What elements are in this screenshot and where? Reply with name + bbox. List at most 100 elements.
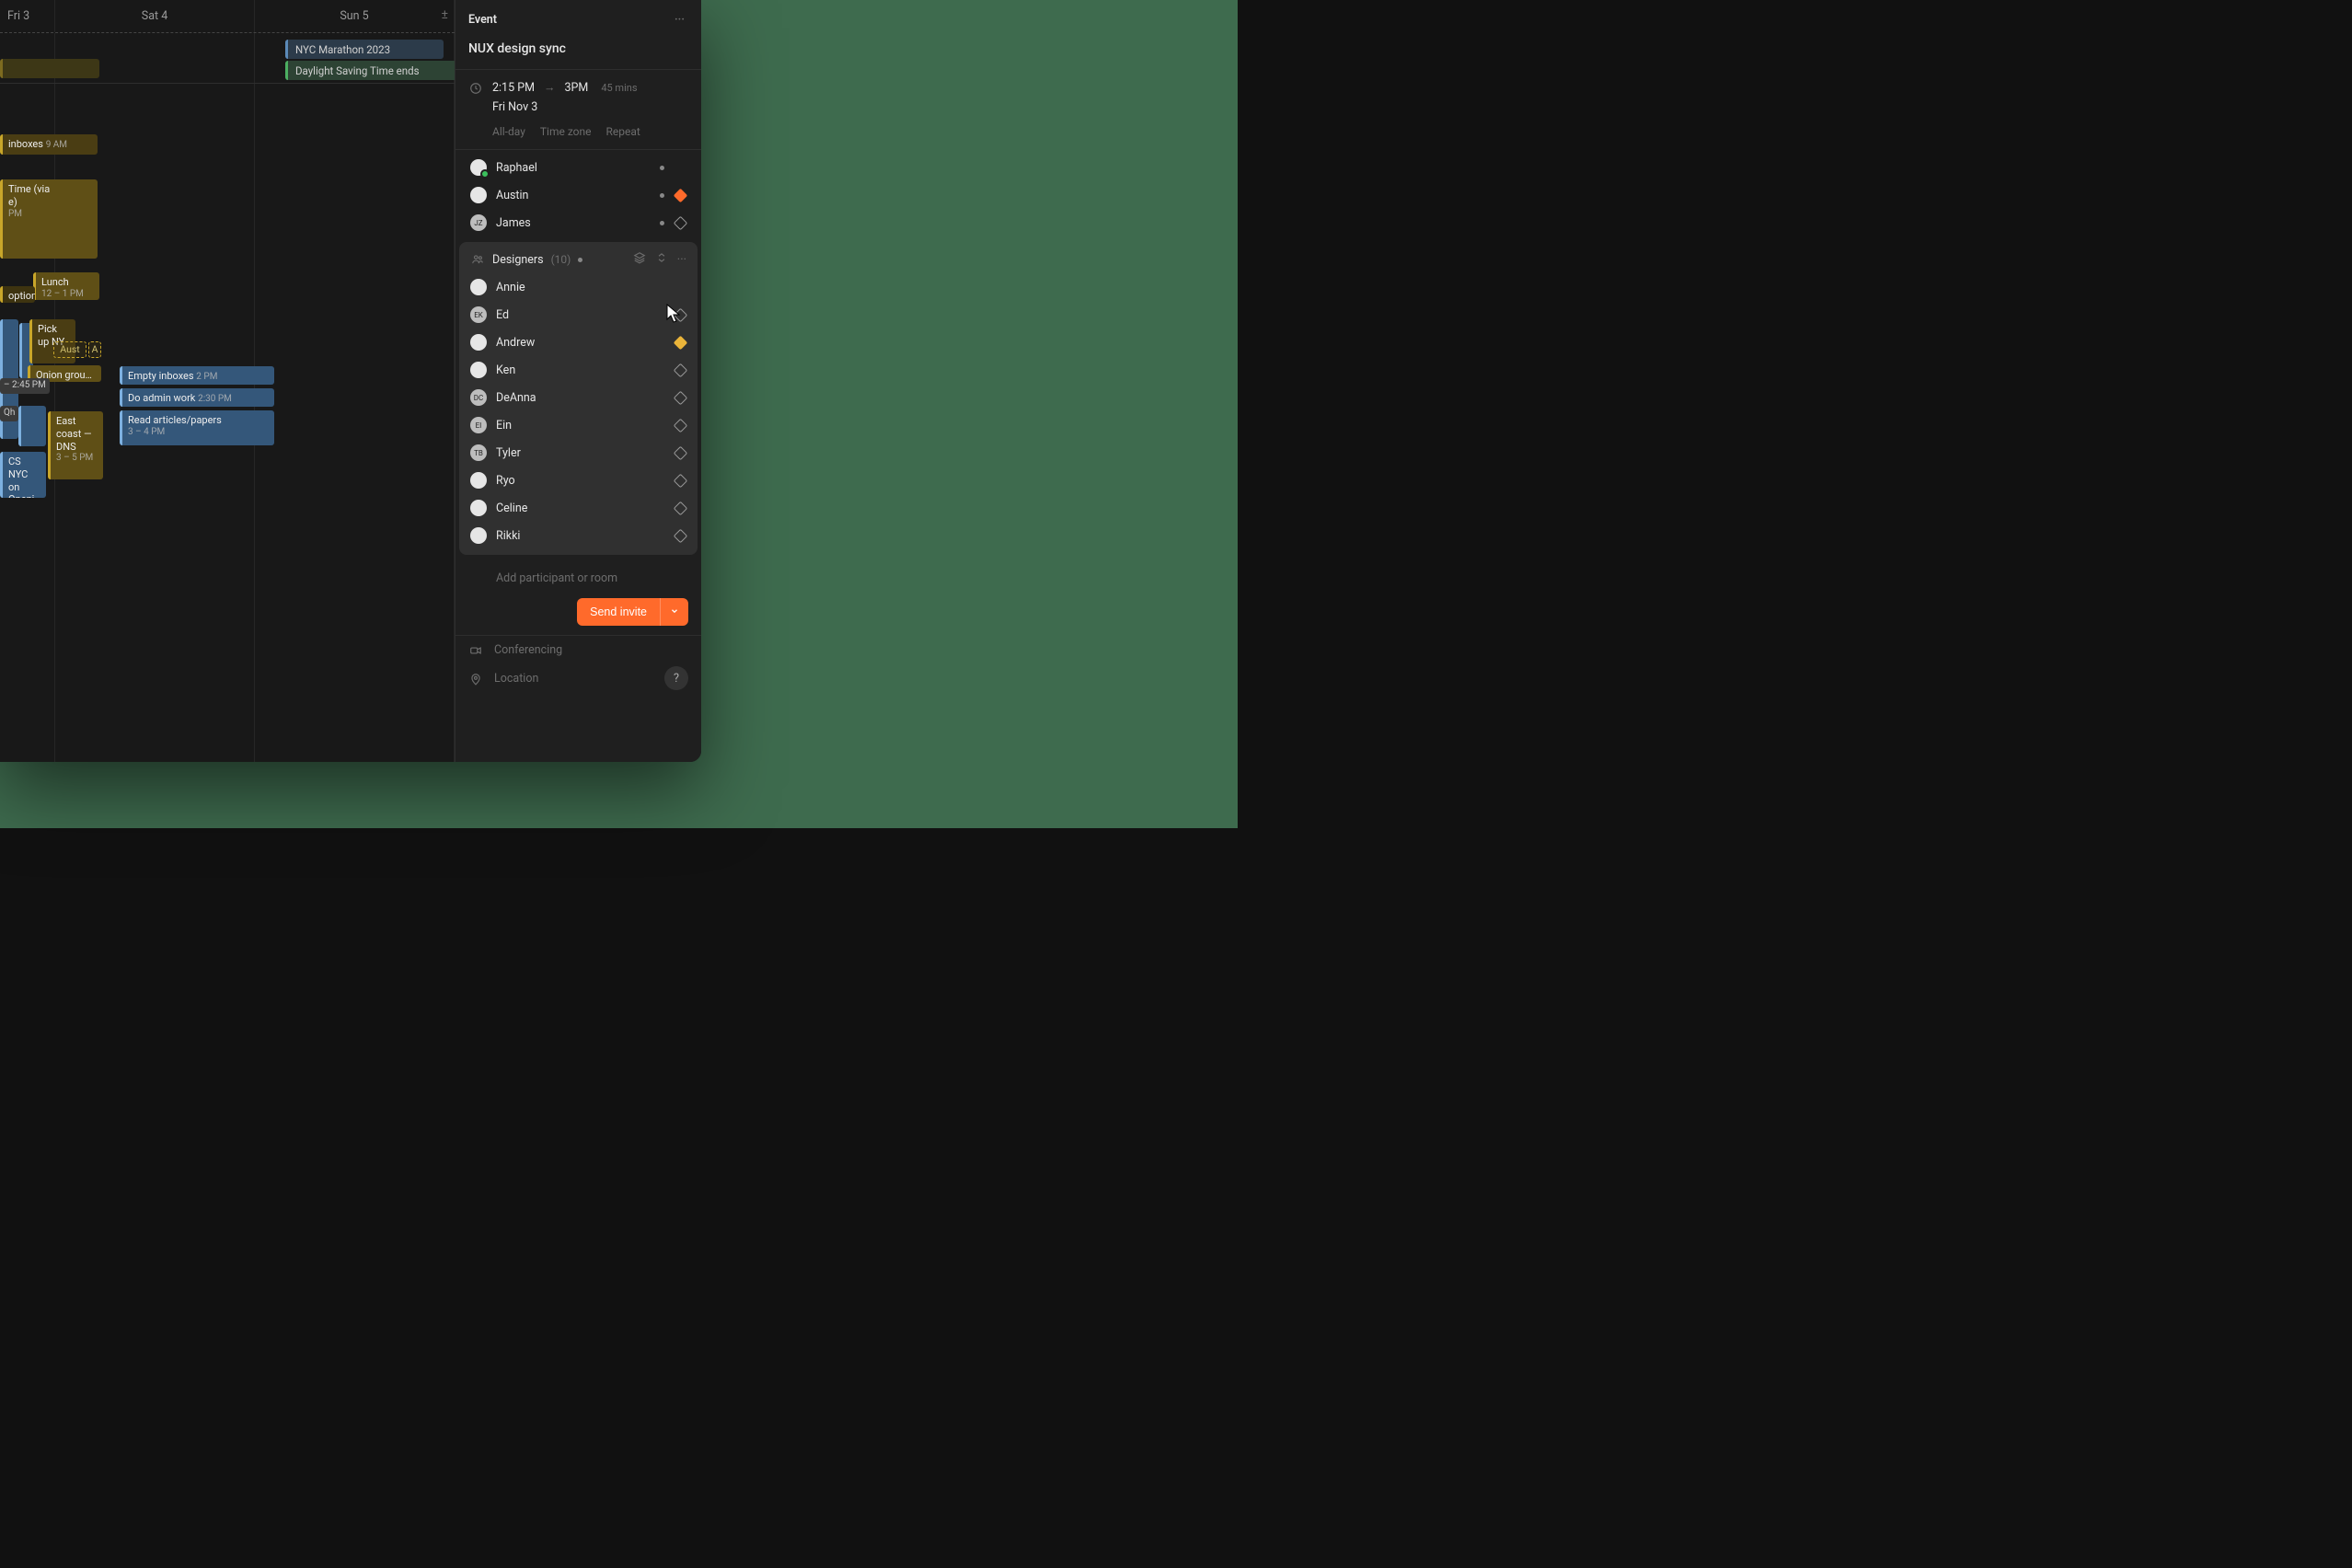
event-inbox-fri[interactable]: inboxes 9 AM [0,134,98,155]
avatar [470,527,487,544]
participant-name: Ed [496,308,664,322]
more-icon[interactable]: ··· [677,253,686,267]
plus-minus-icon[interactable]: ± [442,7,449,22]
day-head-sun[interactable]: Sun 5 ± [255,0,455,32]
event-title: option . [8,290,35,303]
add-participant-input[interactable]: Add participant or room [455,562,701,589]
conferencing-row[interactable]: Conferencing [455,636,701,664]
event-title: Do admin work [128,392,195,404]
event-dashed-aust[interactable]: Aust [53,341,86,358]
location-icon [468,673,483,686]
participant-row[interactable]: Raphael [465,154,692,181]
participant-name: Annie [496,281,664,294]
participant-row[interactable]: DC DeAnna [465,384,692,411]
avatar [470,334,487,351]
event-label: A [92,343,98,355]
event-read[interactable]: Read articles/papers 3 – 4 PM [120,410,274,445]
day-label: Sat 4 [142,9,167,23]
avatar: EK [470,306,487,323]
event-time-via[interactable]: Time (via e) PM [0,179,98,259]
location-label: Location [494,672,538,686]
participant-name: Tyler [496,446,664,460]
event-time: 3 – 5 PM [56,453,98,465]
participant-name: Ken [496,363,664,377]
video-icon [468,644,483,657]
allday-event-dst[interactable]: Daylight Saving Time ends [285,61,455,80]
participant-row[interactable]: EK Ed [465,301,692,329]
status-dot [660,193,664,198]
day-label: Fri 3 [7,9,29,23]
day-head-sat[interactable]: Sat 4 [55,0,255,32]
event-label: Qh [4,408,15,418]
participant-name: James [496,216,652,230]
participant-name: Andrew [496,336,664,350]
send-invite-button[interactable]: Send invite [577,598,688,626]
event-lunch[interactable]: Lunch 12 – 1 PM [33,272,99,300]
event-title: Lunch [41,276,94,289]
participant-row[interactable]: Austin [465,181,692,209]
avatar [470,279,487,295]
event-tiny-qh[interactable]: Qh [0,406,18,421]
status-dot [660,166,664,170]
event-title: inboxes [8,138,43,150]
avatar: JZ [470,214,487,231]
repeat-button[interactable]: Repeat [606,125,640,138]
participant-row[interactable]: Celine [465,494,692,522]
event-tcs[interactable]: CS NYC on Openi ony [0,452,46,498]
avatar: DC [470,389,487,406]
event-time: PM [8,209,92,221]
participant-row[interactable]: Rikki [465,522,692,549]
participant-name: Ein [496,419,664,432]
participant-group: Designers (10) ··· Annie EK Ed [459,242,698,555]
more-icon[interactable]: ··· [671,9,688,30]
event-dashed-a[interactable]: A [88,341,101,358]
app-window: Fri 3 Sat 4 Sun 5 ± NYC Marathon 2023 Da… [0,0,701,762]
event-empty-inboxes[interactable]: Empty inboxes 2 PM [120,366,274,385]
event-time: 9 AM [46,140,67,150]
participant-row[interactable]: Ken [465,356,692,384]
group-name[interactable]: Designers [492,253,544,267]
event-panel: Event ··· NUX design sync 2:15 PM → 3PM … [455,0,701,762]
event-tiny-time[interactable]: – 2:45 PM [0,378,50,394]
layers-icon[interactable] [633,251,646,268]
time-row[interactable]: 2:15 PM → 3PM 45 mins [455,70,701,98]
avatar [470,187,487,203]
time-start[interactable]: 2:15 PM [492,81,535,95]
status-dot [578,258,582,262]
event-title: Daylight Saving Time ends [295,64,420,77]
collapse-icon[interactable] [655,251,668,268]
status-dot [660,221,664,225]
event-title: NYC Marathon 2023 [295,43,390,56]
help-button[interactable]: ? [664,666,688,690]
event-title: Time (via [8,183,92,196]
day-head-fri[interactable]: Fri 3 [0,0,55,32]
event-time: 2:30 PM [198,394,232,404]
event-date[interactable]: Fri Nov 3 [455,98,701,118]
calendar-pane: Fri 3 Sat 4 Sun 5 ± NYC Marathon 2023 Da… [0,0,455,762]
participant-row[interactable]: EI Ein [465,411,692,439]
participant-row[interactable]: TB Tyler [465,439,692,467]
event-east[interactable]: East coast — DNS 3 – 5 PM [48,411,103,479]
allday-event-nyc[interactable]: NYC Marathon 2023 [285,40,444,59]
calendar-grid[interactable]: inboxes 9 AM Time (via e) PM Lunch 12 – … [0,84,455,762]
conferencing-label: Conferencing [494,643,562,657]
event-label: – 2:45 PM [4,380,46,390]
event-time: 2 PM [196,372,217,382]
event-vertical-bar-3[interactable] [18,406,46,446]
participant-row[interactable]: JZ James [465,209,692,236]
calendar-header: Fri 3 Sat 4 Sun 5 ± [0,0,455,33]
event-admin[interactable]: Do admin work 2:30 PM [120,388,274,407]
send-invite-dropdown[interactable] [660,598,688,626]
day-label: Sun 5 [340,9,368,23]
time-end[interactable]: 3PM [565,81,589,95]
event-name-input[interactable]: NUX design sync [455,36,701,69]
participant-row[interactable]: Annie [465,273,692,301]
all-day-toggle[interactable]: All-day [492,125,525,138]
participant-row[interactable]: Ryo [465,467,692,494]
event-option[interactable]: option . [0,286,35,303]
allday-event[interactable] [0,59,99,78]
timezone-button[interactable]: Time zone [540,125,592,138]
event-title: CS NYC on Openi ony [8,455,40,498]
participant-row[interactable]: Andrew [465,329,692,356]
event-time: 3 – 4 PM [128,427,269,439]
